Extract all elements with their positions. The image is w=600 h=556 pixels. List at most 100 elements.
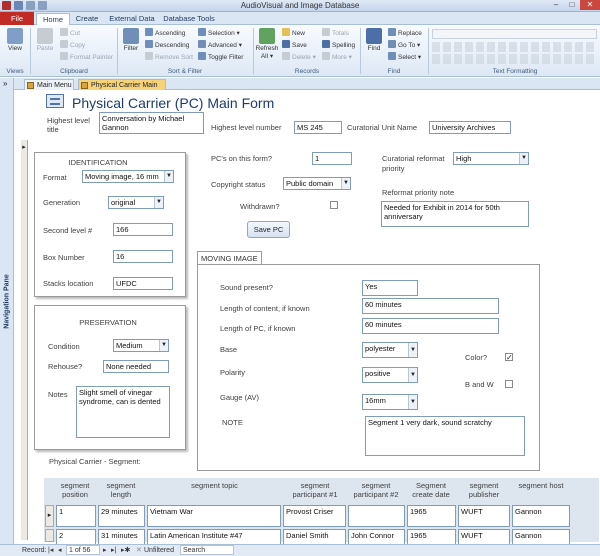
first-record-button[interactable]: |◂	[48, 545, 53, 556]
new-record-button[interactable]: New	[282, 28, 305, 39]
save-icon[interactable]	[14, 1, 23, 10]
previous-record-button[interactable]: ◂	[58, 545, 62, 556]
advanced-filter-button[interactable]: Advanced ▾	[198, 40, 242, 51]
chevron-down-icon[interactable]: ▼	[519, 153, 528, 164]
navigation-pane[interactable]: » Navigation Pane	[0, 78, 14, 544]
formatting-buttons-row[interactable]	[432, 42, 597, 52]
tab-moving-image[interactable]: MOVING IMAGE	[197, 251, 262, 265]
tab-create[interactable]: Create	[72, 13, 102, 25]
last-record-button[interactable]: ▸|	[111, 545, 116, 556]
gauge-select[interactable]: 16mm ▼	[362, 394, 418, 410]
maximize-button[interactable]: □	[564, 0, 580, 10]
nav-pane-toggle[interactable]: »	[3, 79, 7, 88]
save-pc-button[interactable]: Save PC	[247, 221, 290, 238]
participant-2-cell[interactable]	[348, 505, 405, 527]
filter-status[interactable]: Unfiltered	[144, 545, 174, 556]
highest-level-number-field[interactable]: MS 245	[294, 121, 342, 134]
new-record-nav-button[interactable]: ▸✱	[121, 545, 130, 556]
filter-button[interactable]: Filter	[120, 28, 142, 52]
paste-button[interactable]: Paste	[33, 28, 57, 52]
withdrawn-checkbox[interactable]	[330, 201, 338, 209]
row-selector[interactable]	[45, 529, 54, 542]
tab-external-data[interactable]: External Data	[106, 13, 158, 25]
second-level-field[interactable]: 166	[113, 223, 173, 236]
find-button[interactable]: Find	[363, 28, 385, 52]
base-select[interactable]: polyester ▼	[362, 342, 418, 358]
chevron-down-icon[interactable]: ▼	[408, 368, 417, 382]
record-position-field[interactable]: 1 of 56	[66, 545, 100, 555]
box-number-field[interactable]: 16	[113, 250, 173, 263]
refresh-all-button[interactable]: Refresh All ▾	[255, 28, 279, 60]
tab-home[interactable]: Home	[36, 13, 70, 25]
color-checkbox[interactable]: ✓	[505, 353, 513, 362]
format-label: Format	[43, 173, 67, 182]
spelling-button[interactable]: Spelling	[322, 40, 355, 51]
segment-length-cell[interactable]: 29 minutes	[98, 505, 145, 527]
alignment-buttons-row[interactable]	[432, 54, 597, 64]
goto-button[interactable]: Go To ▾	[388, 40, 420, 51]
host-cell[interactable]: Gannon	[512, 505, 570, 527]
navigation-pane-label[interactable]: Navigation Pane	[4, 267, 11, 337]
delete-record-button[interactable]: Delete ▾	[282, 52, 316, 63]
toggle-filter-button[interactable]: Toggle Filter	[198, 52, 243, 63]
record-selector[interactable]: ▸	[21, 140, 28, 540]
pcs-on-form-field[interactable]: 1	[312, 152, 352, 165]
chevron-down-icon[interactable]: ▼	[159, 340, 168, 351]
row-selector[interactable]: ▸	[45, 505, 54, 527]
bw-checkbox[interactable]	[505, 380, 513, 388]
minimize-button[interactable]: –	[548, 0, 564, 10]
format-painter-button[interactable]: Format Painter	[60, 52, 113, 63]
next-record-button[interactable]: ▸	[103, 545, 107, 556]
tab-main-menu[interactable]: Main Menu	[24, 79, 74, 90]
chevron-down-icon[interactable]: ▼	[341, 178, 350, 189]
create-date-cell[interactable]: 1965	[407, 505, 456, 527]
undo-icon[interactable]	[26, 1, 35, 10]
publisher-cell[interactable]: WUFT	[458, 505, 510, 527]
remove-sort-label: Remove Sort	[155, 54, 193, 61]
length-pc-field[interactable]: 60 minutes	[362, 318, 499, 334]
stacks-location-field[interactable]: UFDC	[113, 277, 173, 290]
remove-sort-icon	[145, 52, 153, 60]
rehouse-field[interactable]: None needed	[103, 360, 169, 373]
cut-button[interactable]: Cut	[60, 28, 80, 39]
chevron-down-icon[interactable]: ▼	[408, 343, 417, 357]
close-window-button[interactable]: ✕	[580, 0, 600, 10]
view-button[interactable]: View	[3, 28, 27, 52]
sound-present-field[interactable]: Yes	[362, 280, 418, 296]
curatorial-unit-field[interactable]: University Archives	[429, 121, 511, 134]
copy-label: Copy	[70, 42, 86, 49]
condition-select[interactable]: Medium ▼	[113, 339, 169, 352]
highest-level-title-field[interactable]: Conversation by Michael Gannon	[99, 112, 204, 134]
notes-field[interactable]: Slight smell of vinegar syndrome, can is…	[76, 386, 170, 438]
reformat-note-field[interactable]: Needed for Exhibit in 2014 for 50th anni…	[381, 201, 529, 227]
length-content-field[interactable]: 60 minutes	[362, 298, 499, 314]
format-select[interactable]: Moving image, 16 mm ▼	[82, 170, 174, 183]
tab-database-tools[interactable]: Database Tools	[162, 13, 216, 25]
selection-button[interactable]: Selection ▾	[198, 28, 240, 39]
totals-button[interactable]: Totals	[322, 28, 349, 39]
generation-select[interactable]: original ▼	[108, 196, 164, 209]
reformat-priority-select[interactable]: High ▼	[453, 152, 529, 165]
more-records-button[interactable]: More ▾	[322, 52, 352, 63]
chevron-down-icon[interactable]: ▼	[164, 171, 173, 182]
replace-button[interactable]: Replace	[388, 28, 422, 39]
tab-file[interactable]: File	[0, 12, 34, 25]
sort-descending-button[interactable]: Descending	[145, 40, 189, 51]
tab-physical-carrier-main[interactable]: Physical Carrier Main	[78, 79, 166, 90]
copy-button[interactable]: Copy	[60, 40, 85, 51]
select-button[interactable]: Select ▾	[388, 52, 421, 63]
copyright-select[interactable]: Public domain ▼	[283, 177, 351, 190]
redo-icon[interactable]	[38, 1, 47, 10]
chevron-down-icon[interactable]: ▼	[408, 395, 417, 409]
segment-topic-cell[interactable]: Vietnam War	[147, 505, 281, 527]
participant-1-cell[interactable]: Provost Criser	[283, 505, 346, 527]
save-record-button[interactable]: Save	[282, 40, 307, 51]
sort-ascending-button[interactable]: Ascending	[145, 28, 185, 39]
search-input[interactable]: Search	[180, 545, 234, 555]
chevron-down-icon[interactable]: ▼	[154, 197, 163, 208]
remove-sort-button[interactable]: Remove Sort	[145, 52, 193, 63]
segment-position-cell[interactable]: 1	[56, 505, 96, 527]
note-field[interactable]: Segment 1 very dark, sound scratchy	[365, 416, 525, 456]
font-name-box[interactable]	[432, 29, 597, 39]
polarity-select[interactable]: positive ▼	[362, 367, 418, 383]
